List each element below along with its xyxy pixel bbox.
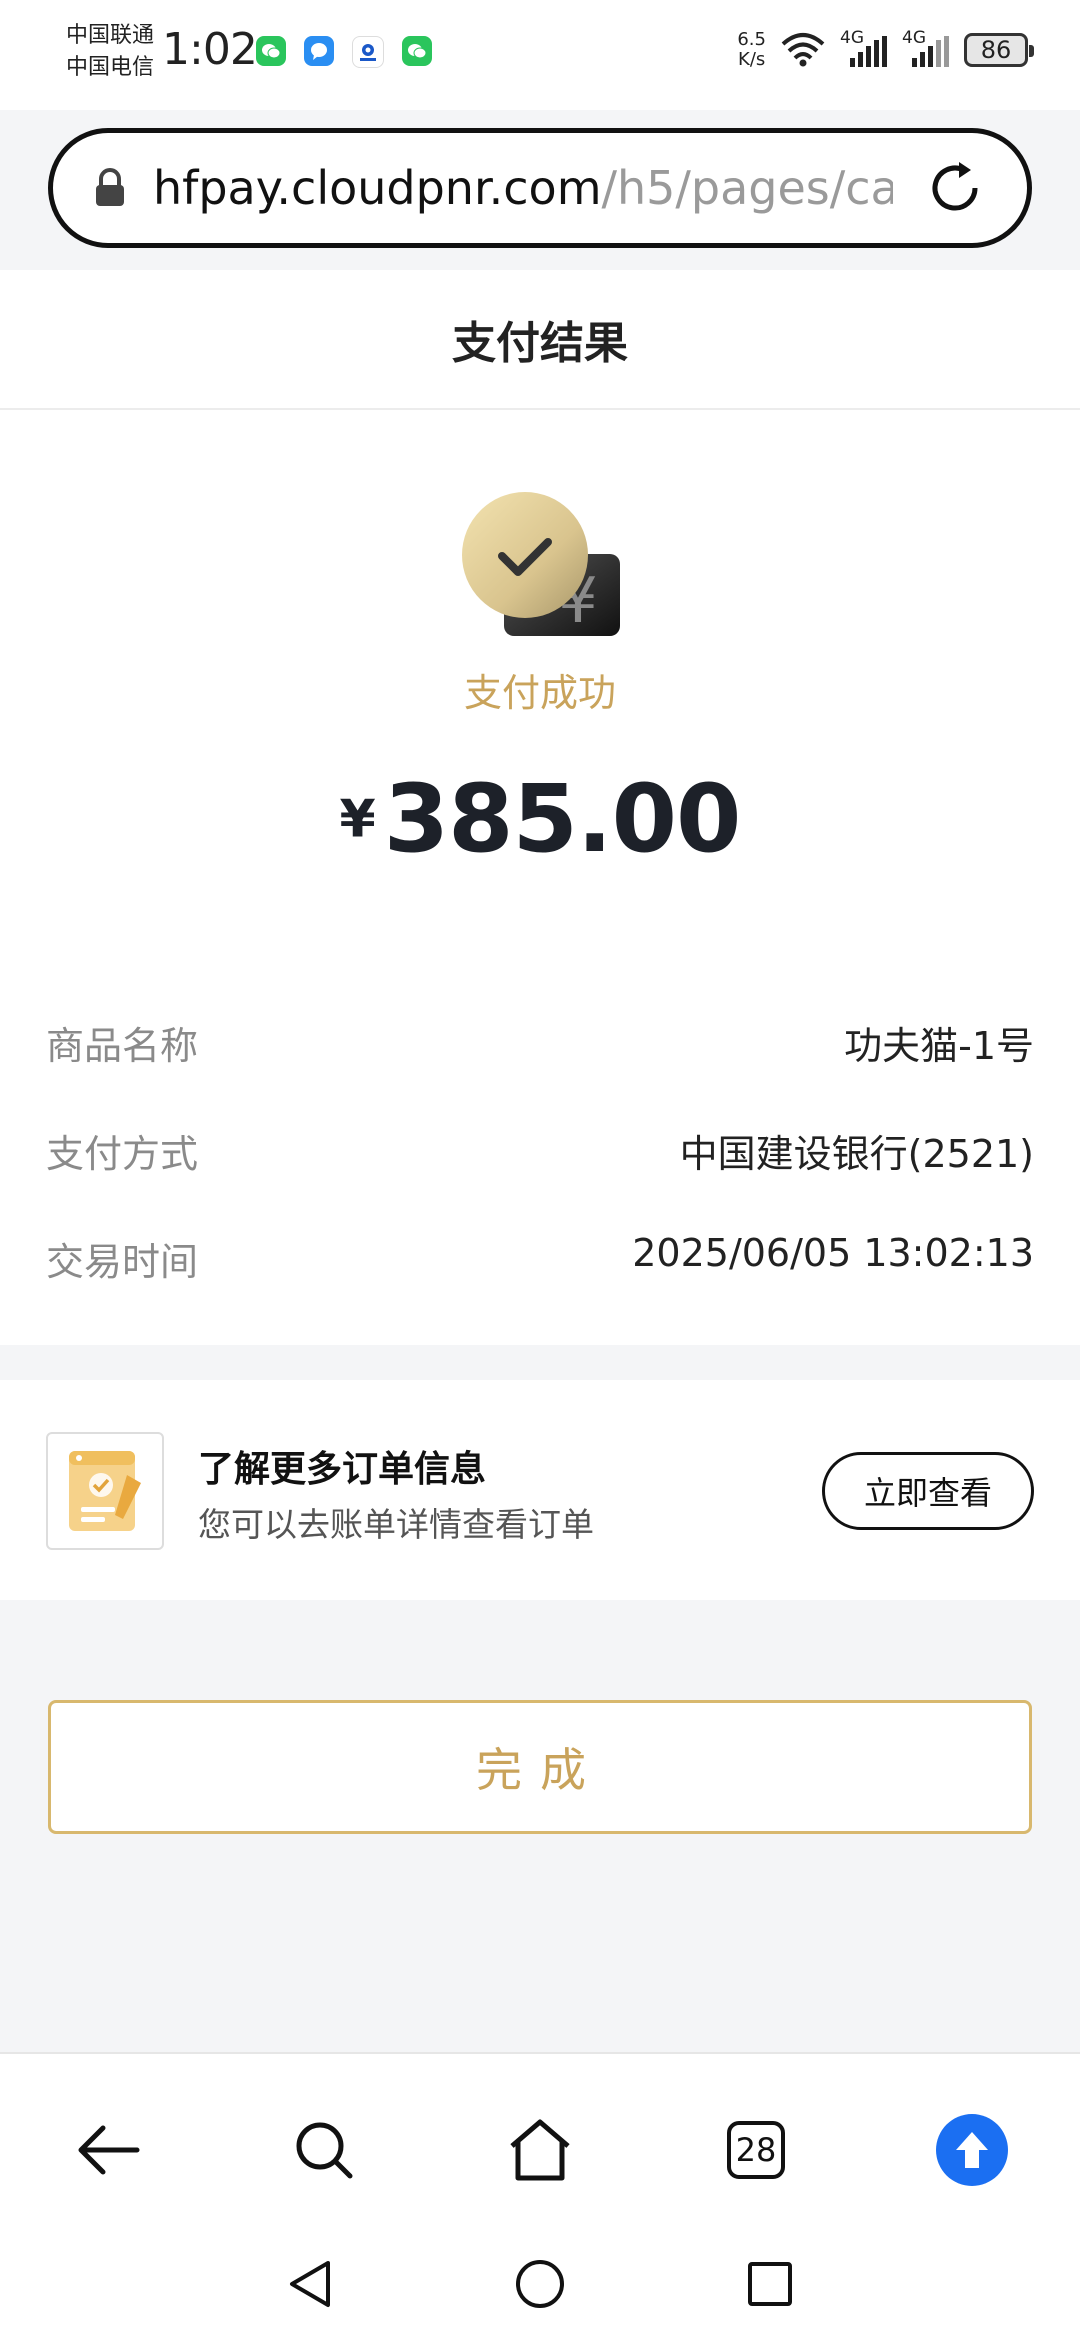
status-bar: 中国联通 中国电信 1:02 6.5 K/s 4G 4G 86 [0, 0, 1080, 110]
triangle-back-icon [290, 2261, 330, 2307]
detail-row-transaction-time: 交易时间 2025/06/05 13:02:13 [46, 1231, 1034, 1286]
detail-label: 商品名称 [46, 1024, 199, 1068]
net-speed: 6.5 K/s [737, 30, 766, 70]
nav-home-button[interactable] [510, 2254, 570, 2314]
order-info-subtitle: 您可以去账单详情查看订单 [198, 1505, 594, 1544]
upload-button[interactable] [936, 2114, 1008, 2186]
page-header: 支付结果 [0, 270, 1080, 410]
address-bar[interactable]: hfpay.cloudpnr.com/h5/pages/cas [48, 128, 1032, 248]
detail-value: 2025/06/05 13:02:13 [632, 1231, 1034, 1275]
wifi-icon [781, 33, 825, 67]
carrier-info: 中国联通 中国电信 [66, 20, 154, 84]
square-recents-icon [748, 2262, 792, 2306]
tabs-count: 28 [727, 2121, 785, 2179]
home-button[interactable] [504, 2114, 576, 2186]
detail-label: 支付方式 [46, 1132, 199, 1176]
net-speed-value: 6.5 [737, 29, 766, 50]
order-info-card: 了解更多订单信息 您可以去账单详情查看订单 立即查看 [0, 1380, 1080, 1600]
signal-icon-2: 4G [902, 28, 950, 68]
detail-row-payment-method: 支付方式 中国建设银行(2521) [46, 1123, 1034, 1178]
view-now-button[interactable]: 立即查看 [822, 1452, 1034, 1530]
order-document-icon [46, 1432, 164, 1550]
order-info-title: 了解更多订单信息 [198, 1449, 487, 1490]
payment-success-icon: ¥ [462, 492, 620, 637]
payment-amount: ¥385.00 [0, 765, 1080, 874]
browser-toolbar: 28 [0, 2052, 1080, 2234]
detail-value: 中国建设银行(2521) [679, 1132, 1034, 1176]
battery-indicator: 86 [964, 33, 1034, 67]
nav-back-button[interactable] [280, 2254, 340, 2314]
bank-app-icon [352, 36, 384, 68]
carrier-2: 中国电信 [66, 55, 155, 80]
currency-symbol: ¥ [339, 789, 376, 850]
home-icon [510, 2119, 570, 2181]
wechat-icon [256, 36, 286, 66]
payment-result-card: ¥ 支付成功 ¥385.00 商品名称 功夫猫-1号 支付方式 中国建设银行(2… [0, 410, 1080, 1345]
system-icons: 6.5 K/s 4G 4G 86 [737, 28, 1034, 70]
payment-status-text: 支付成功 [463, 671, 616, 715]
system-navigation-bar [0, 2232, 1080, 2340]
lock-icon [96, 168, 124, 206]
net-speed-unit: K/s [738, 49, 766, 70]
url-host: hfpay.cloudpnr.com [153, 161, 602, 215]
wechat-icon [402, 36, 432, 66]
detail-row-product: 商品名称 功夫猫-1号 [46, 1015, 1034, 1070]
upload-arrow-icon [936, 2114, 1008, 2186]
carrier-1: 中国联通 [66, 23, 155, 48]
page-title: 支付结果 [452, 318, 628, 369]
message-icon [304, 36, 334, 66]
back-arrow-icon [78, 2125, 140, 2175]
search-icon [296, 2122, 353, 2179]
back-button[interactable] [72, 2114, 144, 2186]
nav-recents-button[interactable] [740, 2254, 800, 2314]
tabs-button[interactable]: 28 [720, 2114, 792, 2186]
url-path: /h5/pages/cas [601, 161, 894, 215]
detail-label: 交易时间 [46, 1240, 199, 1284]
circle-home-icon [516, 2260, 564, 2308]
done-button[interactable]: 完成 [48, 1700, 1032, 1834]
amount-value: 385.00 [383, 765, 742, 874]
signal-icon-1: 4G [840, 28, 888, 68]
search-button[interactable] [288, 2114, 360, 2186]
reload-icon[interactable] [923, 156, 987, 220]
status-time: 1:02 [162, 24, 258, 75]
url-text[interactable]: hfpay.cloudpnr.com/h5/pages/cas [153, 161, 893, 215]
detail-value: 功夫猫-1号 [844, 1024, 1034, 1068]
notification-icons [256, 36, 432, 68]
